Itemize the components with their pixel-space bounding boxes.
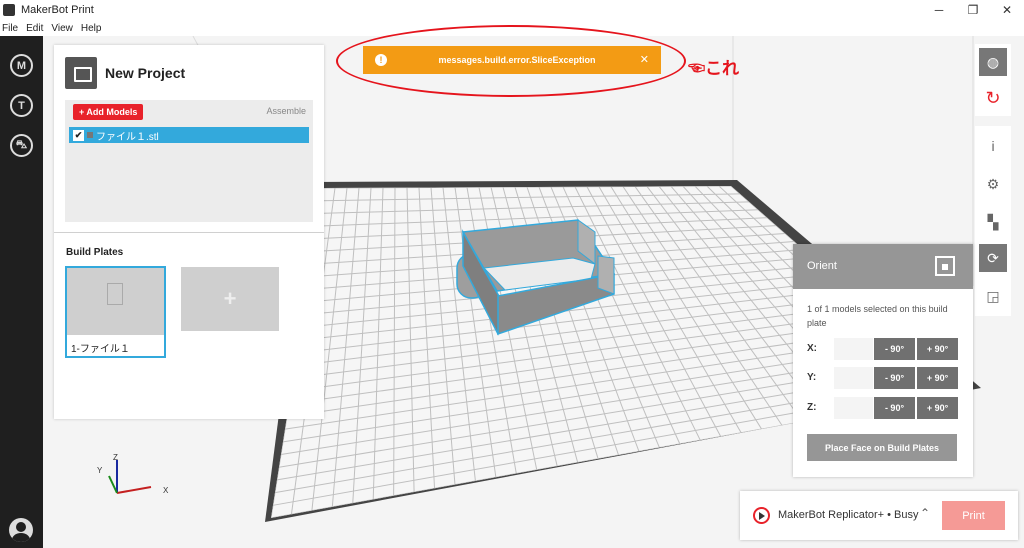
rotate-z-plus-button[interactable]: + 90° <box>917 397 958 419</box>
maximize-button[interactable]: ❐ <box>956 0 990 20</box>
annotation-text: ☜これ <box>688 59 739 78</box>
project-panel: New Project + Add Models Assemble ✔ ファイル… <box>54 45 324 419</box>
annotation-oval <box>336 25 686 97</box>
model-checkbox[interactable]: ✔ <box>73 129 84 141</box>
orient-description: 1 of 1 models selected on this build pla… <box>807 304 948 328</box>
edit-toolbar: i ⚙ ▚ ⟳ ◲ <box>975 126 1011 316</box>
folder-icon <box>65 57 97 89</box>
axis-x-field[interactable] <box>834 338 873 360</box>
model-cube-icon <box>87 132 93 138</box>
axis-x-label: X <box>163 486 169 495</box>
axis-y-label: Y <box>97 466 103 475</box>
print-button[interactable]: Print <box>942 501 1005 530</box>
lock-icon[interactable] <box>935 256 955 276</box>
app-icon <box>3 4 15 16</box>
models-list: + Add Models Assemble ✔ ファイル１.stl <box>65 100 313 222</box>
menu-file[interactable]: File <box>2 23 18 34</box>
add-build-plate-button[interactable]: + <box>181 267 279 331</box>
window-controls: ─ ❐ ✕ <box>922 0 1024 20</box>
chevron-up-icon[interactable]: ⌃ <box>920 506 930 520</box>
axes-gizmo: Z X Y <box>97 453 169 495</box>
reset-icon[interactable]: ↻ <box>979 84 1007 112</box>
place-face-button[interactable]: Place Face on Build Plates <box>807 434 957 461</box>
assemble-link[interactable]: Assemble <box>266 106 306 116</box>
left-rail: M T ⛍ <box>0 36 43 548</box>
scale-icon[interactable]: ◲ <box>979 282 1007 310</box>
view-sphere-icon[interactable]: ◍ <box>979 48 1007 76</box>
printer-status-icon <box>753 507 770 524</box>
panel-divider <box>54 232 324 233</box>
user-avatar-icon[interactable] <box>9 518 33 542</box>
printer-name[interactable]: MakerBot Replicator+ • Busy <box>778 509 919 521</box>
orient-header: Orient <box>793 244 973 289</box>
axis-row-x: X: - 90° + 90° <box>807 338 962 360</box>
title-bar: MakerBot Print ─ ❐ ✕ <box>0 0 1024 20</box>
model-row[interactable]: ✔ ファイル１.stl <box>69 127 309 143</box>
build-plates-title: Build Plates <box>66 247 124 258</box>
menu-edit[interactable]: Edit <box>26 23 43 34</box>
close-button[interactable]: ✕ <box>990 0 1024 20</box>
model-name: ファイル１.stl <box>96 131 159 143</box>
add-models-button[interactable]: + Add Models <box>73 104 144 120</box>
menu-view[interactable]: View <box>51 23 73 34</box>
axis-y-label: Y: <box>807 372 817 383</box>
makerbot-logo-icon[interactable]: M <box>10 54 33 77</box>
orient-title: Orient <box>807 260 837 272</box>
build-plate-label: 1-ファイル１ <box>71 344 130 355</box>
axis-z-label: Z: <box>807 402 817 413</box>
build-plate-card[interactable]: 1-ファイル１ <box>65 266 166 358</box>
menu-help[interactable]: Help <box>81 23 102 34</box>
axis-z-field[interactable] <box>834 397 873 419</box>
rotate-y-minus-button[interactable]: - 90° <box>874 367 915 389</box>
thingiverse-icon[interactable]: T <box>10 94 33 117</box>
minimize-button[interactable]: ─ <box>922 0 956 20</box>
printer-bar: MakerBot Replicator+ • Busy ⌃ Print <box>740 491 1018 540</box>
axis-row-y: Y: - 90° + 90° <box>807 367 962 389</box>
settings-icon[interactable]: ⚙ <box>979 170 1007 198</box>
axis-row-z: Z: - 90° + 90° <box>807 397 962 419</box>
rotate-z-minus-button[interactable]: - 90° <box>874 397 915 419</box>
orient-panel: Orient 1 of 1 models selected on this bu… <box>793 244 973 477</box>
axis-z-label: Z <box>113 453 118 462</box>
app-title: MakerBot Print <box>21 4 94 16</box>
plate-thumbnail-model <box>107 283 123 305</box>
rotate-y-plus-button[interactable]: + 90° <box>917 367 958 389</box>
rotate-x-plus-button[interactable]: + 90° <box>917 338 958 360</box>
axis-y-field[interactable] <box>834 367 873 389</box>
cart-icon[interactable]: ⛍ <box>10 134 33 157</box>
rotate-x-minus-button[interactable]: - 90° <box>874 338 915 360</box>
arrange-icon[interactable]: ▚ <box>979 208 1007 236</box>
project-title: New Project <box>105 65 186 81</box>
build-plate-thumbnail <box>67 268 164 335</box>
view-toolbar: ◍ ↻ <box>975 44 1011 116</box>
info-icon[interactable]: i <box>979 132 1007 160</box>
orient-icon[interactable]: ⟳ <box>979 244 1007 272</box>
axis-x-label: X: <box>807 343 817 354</box>
